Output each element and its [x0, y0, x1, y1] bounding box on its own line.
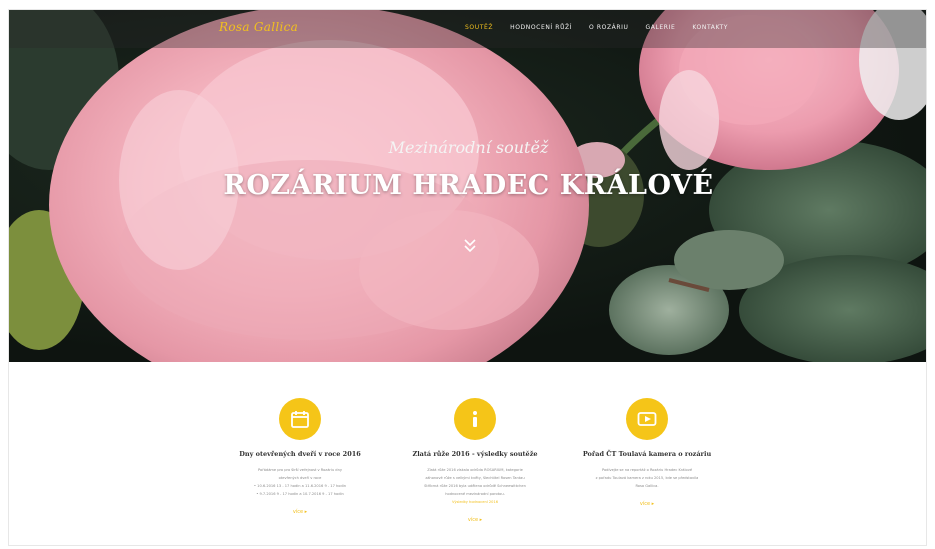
card-golden-rose: Zlatá růže 2016 - výsledky soutěže Zlatá… [390, 398, 560, 525]
more-link[interactable]: více ▸ [468, 517, 482, 523]
results-link[interactable]: Výsledky hodnocení 2016 [452, 500, 498, 504]
play-icon [626, 398, 668, 440]
card-title: Dny otevřených dveří v roce 2016 [239, 450, 361, 458]
hero-subtitle: Mezinárodní soutěž [388, 138, 549, 157]
hero-section: Rosa Gallica SOUTĚŽ HODNOCENÍ RŮŽÍ O ROZ… [9, 10, 926, 362]
card-text: Zlatá růže 2016 získala odrůda ROSARIUM,… [424, 468, 526, 504]
double-chevron-down-icon[interactable] [463, 238, 477, 254]
top-navbar: Rosa Gallica SOUTĚŽ HODNOCENÍ RŮŽÍ O ROZ… [9, 10, 926, 48]
page-frame: Rosa Gallica SOUTĚŽ HODNOCENÍ RŮŽÍ O ROZ… [8, 9, 927, 546]
card-text: Pořádáme pro pro širší veřejnost v Rozár… [253, 468, 347, 496]
nav-item-kontakty[interactable]: KONTAKTY [692, 24, 728, 31]
nav-item-soutez[interactable]: SOUTĚŽ [465, 24, 493, 31]
info-icon [454, 398, 496, 440]
feature-cards: Dny otevřených dveří v roce 2016 Pořádám… [9, 362, 926, 545]
nav-item-o-rozariu[interactable]: O ROZÁRIU [589, 24, 628, 31]
more-link[interactable]: více ▸ [640, 501, 654, 507]
site-logo[interactable]: Rosa Gallica [219, 20, 298, 34]
nav-item-galerie[interactable]: GALERIE [646, 24, 676, 31]
hero-title: ROZÁRIUM HRADEC KRÁLOVÉ [223, 170, 714, 201]
calendar-icon [279, 398, 321, 440]
card-title: Zlatá růže 2016 - výsledky soutěže [412, 450, 538, 458]
main-nav: SOUTĚŽ HODNOCENÍ RŮŽÍ O ROZÁRIU GALERIE … [465, 24, 745, 31]
card-open-days: Dny otevřených dveří v roce 2016 Pořádám… [215, 398, 385, 517]
card-text: Podívejte se na reportáž o Rozáriu Hrade… [595, 468, 699, 488]
nav-item-hodnoceni-ruzi[interactable]: HODNOCENÍ RŮŽÍ [510, 24, 572, 31]
card-tv-report: Pořad ČT Toulavá kamera o rozáriu Podíve… [562, 398, 732, 509]
card-title: Pořad ČT Toulavá kamera o rozáriu [582, 450, 712, 458]
more-link[interactable]: více ▸ [293, 509, 307, 515]
